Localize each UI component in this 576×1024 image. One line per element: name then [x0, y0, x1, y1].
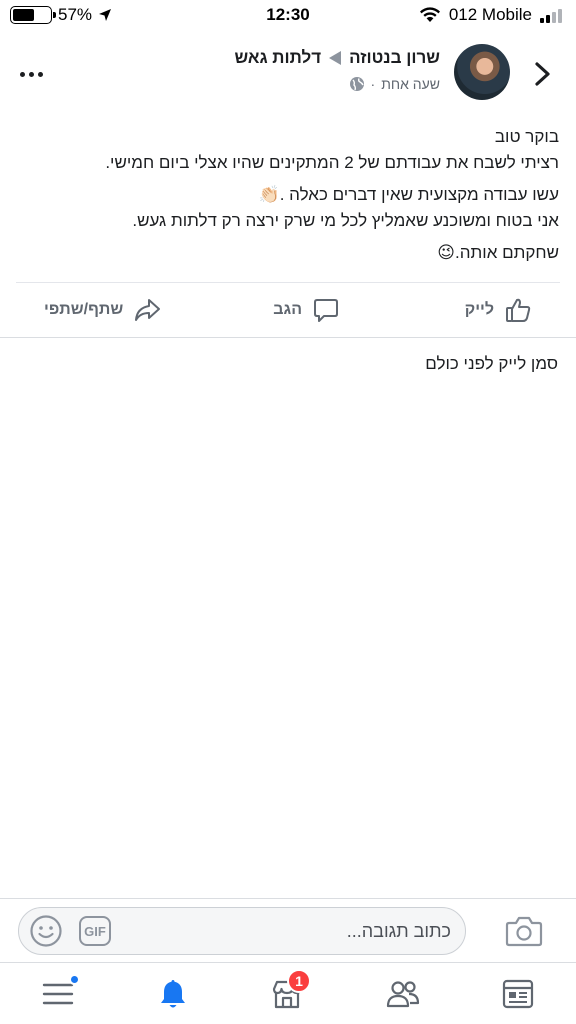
post-time[interactable]: שעה אחת: [381, 76, 440, 92]
post-line: רציתי לשבח את עבודתם של 2 המתקינים שהיו …: [105, 153, 559, 172]
shared-to-arrow-icon: [329, 51, 342, 65]
comment-box: GIF: [18, 907, 466, 955]
tab-marketplace[interactable]: 1: [267, 969, 311, 1013]
dot-icon: [38, 71, 43, 77]
share-button[interactable]: שתף/שתפי: [44, 283, 161, 337]
comment-composer: GIF: [0, 898, 576, 962]
more-options-button[interactable]: [20, 64, 50, 84]
camera-button[interactable]: [504, 913, 544, 949]
like-button[interactable]: לייק: [465, 283, 532, 337]
bottom-tab-bar: 1: [0, 962, 576, 1024]
comment-icon: [314, 299, 338, 322]
clapping-hands-emoji: 👏🏻: [258, 185, 280, 205]
comment-label: הגב: [273, 301, 302, 318]
tab-notifications[interactable]: [153, 975, 193, 1013]
post-line: בוקר טוב: [494, 127, 559, 146]
chevron-right-icon: [535, 62, 550, 86]
post-meta: שעה אחת ·: [235, 76, 440, 92]
dot-icon: [29, 71, 34, 77]
share-arrow-icon: [135, 299, 161, 321]
post-actions: לייק הגב שתף/שתפי: [0, 283, 576, 337]
emoji-button[interactable]: [29, 914, 63, 948]
status-bar: 57% 12:30 012 Mobile: [0, 0, 576, 30]
carrier-name: 012 Mobile: [448, 5, 532, 24]
bell-icon: [161, 980, 185, 1008]
thumbs-up-icon: [506, 298, 531, 322]
author-name[interactable]: שרון בנטוזה: [349, 48, 440, 68]
author-avatar[interactable]: [454, 44, 510, 100]
author-block: שרון בנטוזה דלתות גאש שעה אחת ·: [235, 48, 441, 92]
share-label: שתף/שתפי: [44, 301, 124, 318]
like-label: לייק: [464, 301, 494, 318]
tab-menu[interactable]: [38, 974, 80, 1013]
post-header: שרון בנטוזה דלתות גאש שעה אחת ·: [0, 42, 576, 106]
gif-button[interactable]: GIF: [79, 916, 111, 946]
comment-input[interactable]: [151, 908, 451, 954]
camera-icon: [505, 916, 543, 947]
marketplace-badge: 1: [287, 969, 311, 993]
status-right: 012 Mobile: [419, 5, 562, 25]
smiley-icon: [30, 915, 62, 947]
meta-separator: ·: [370, 76, 376, 92]
comment-button[interactable]: הגב: [273, 283, 340, 337]
post-line: שחקתם אותה.😉: [19, 240, 559, 266]
friends-icon: [386, 981, 420, 1008]
tab-news-feed[interactable]: [498, 975, 538, 1013]
post-line: עשו עבודה מקצועית שאין דברים כאלה .👏🏻: [19, 182, 559, 208]
news-feed-icon: [502, 979, 534, 1009]
globe-icon: [349, 77, 364, 91]
dot-icon: [20, 71, 25, 77]
author-line: שרון בנטוזה דלתות גאש: [235, 48, 441, 68]
divider: [0, 337, 576, 338]
tab-friends[interactable]: [383, 975, 423, 1013]
winking-face-emoji: 😉: [437, 243, 456, 263]
menu-notification-dot: [69, 974, 80, 985]
page-name[interactable]: דלתות גאש: [235, 48, 322, 68]
signal-bars-icon: [540, 7, 562, 23]
post-line: אני בטוח ומשוכנע שאמליץ לכל מי שרק ירצה …: [132, 211, 559, 230]
wifi-icon: [419, 7, 440, 22]
post-text: בוקר טוב רציתי לשבח את עבודתם של 2 המתקי…: [19, 124, 559, 266]
first-like-prompt: סמן לייק לפני כולם: [425, 354, 558, 373]
back-button[interactable]: [528, 56, 558, 92]
